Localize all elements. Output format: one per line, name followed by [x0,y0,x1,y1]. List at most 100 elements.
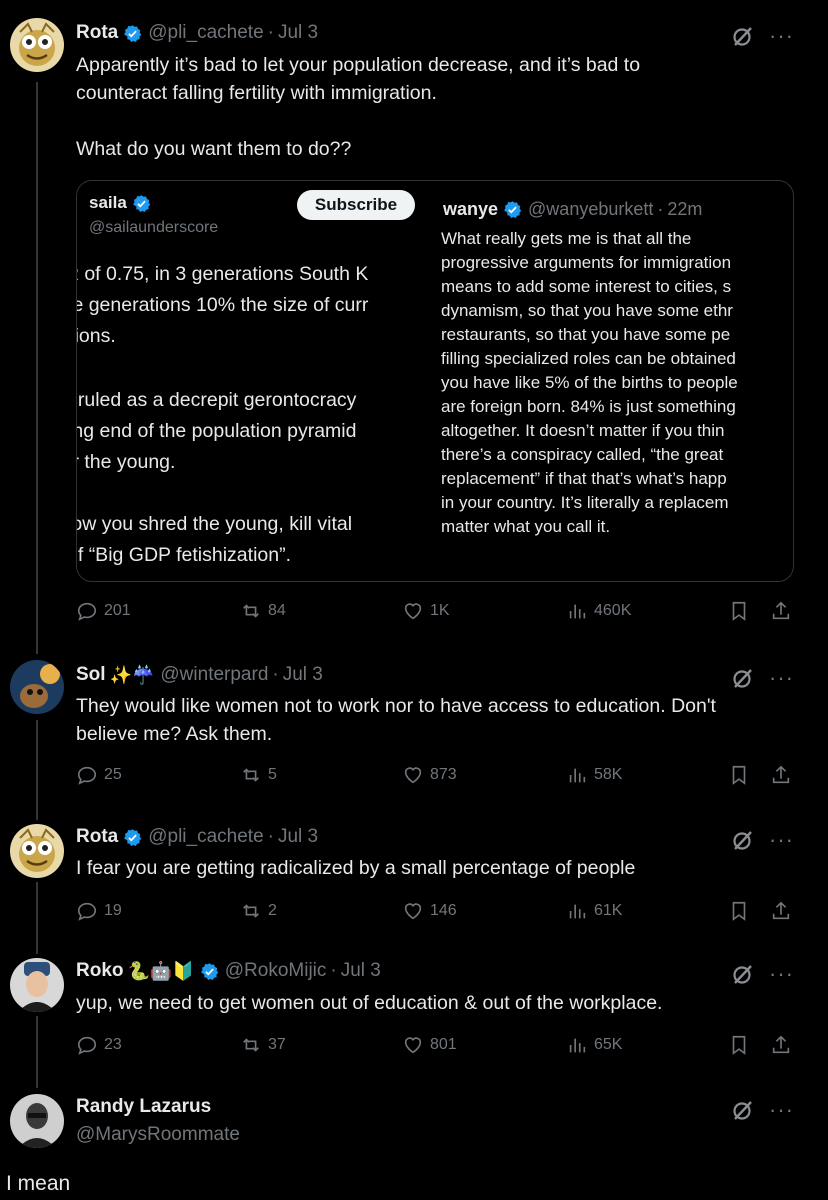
like-button[interactable]: 1K [402,600,450,622]
verified-badge-icon [503,200,522,219]
display-name[interactable]: Roko [76,960,124,982]
verified-badge-icon [132,194,151,213]
bookmark-icon [732,1035,746,1055]
quoted-tweet-card[interactable]: saila @sailaunderscore Subscribe TFR of … [76,180,794,582]
quote-right-line: replacement” if that that’s what’s happ [441,469,727,488]
tweet-top-actions: ··· [731,666,794,690]
more-icon[interactable]: ··· [769,667,794,689]
quote-right-date: 22m [667,199,703,219]
reply-button[interactable]: 201 [76,600,131,622]
avatar[interactable] [10,1094,64,1148]
repost-button[interactable]: 84 [240,600,286,622]
verified-badge-icon [123,828,142,847]
bookmark-button[interactable] [728,764,750,786]
reply-count: 201 [104,602,131,619]
handle[interactable]: @winterpard [160,664,268,686]
quote-right-handle: @wanyeburkett [528,199,654,219]
separator-dot: · [330,960,337,981]
grok-icon[interactable] [731,24,755,48]
tweet-line: I fear you are getting radicalized by a … [76,857,636,879]
quote-left-line: have generations 10% the size of curr [77,294,369,316]
bookmark-button[interactable] [728,1034,750,1056]
reply-button[interactable]: 19 [76,900,122,922]
share-button[interactable] [770,1034,792,1056]
quote-left-panel: saila @sailaunderscore Subscribe TFR of … [77,181,437,581]
thread-line [36,720,38,820]
grok-icon[interactable] [731,666,755,690]
verified-badge-icon [200,962,219,981]
quote-right-line: in your country. It’s literally a replac… [441,493,729,512]
like-button[interactable]: 801 [402,1034,457,1056]
tweet-text: I mean [6,1172,71,1195]
tweet-actions: 19 2 146 61K [76,900,796,930]
tweet-handle-row: @MarysRoommate [76,1124,240,1146]
tweet-top-actions: ··· [731,1098,794,1122]
reply-count: 25 [104,766,122,783]
views-button[interactable]: 58K [566,764,622,786]
grok-icon[interactable] [731,828,755,852]
more-icon[interactable]: ··· [769,25,794,47]
name-emojis: ✨☔ [109,664,155,685]
quote-right-line: matter what you call it. [441,517,611,536]
reply-icon [77,902,97,921]
handle[interactable]: @pli_cachete [148,22,263,44]
repost-icon [243,768,259,782]
like-button[interactable]: 146 [402,900,457,922]
grok-icon[interactable] [731,962,755,986]
views-button[interactable]: 65K [566,1034,622,1056]
timestamp[interactable]: Jul 3 [278,22,318,44]
quote-left-line: TFR of 0.75, in 3 generations South K [77,263,369,285]
bookmark-button[interactable] [728,600,750,622]
timestamp[interactable]: Jul 3 [341,960,381,982]
tweet-line: yup, we need to get women out of educati… [76,992,663,1014]
reply-count: 23 [104,1036,122,1053]
more-icon[interactable]: ··· [769,1099,794,1121]
reply-button[interactable]: 23 [76,1034,122,1056]
display-name[interactable]: Rota [76,22,118,44]
name-emojis: 🐍🤖🔰 [127,960,195,981]
share-button[interactable] [770,600,792,622]
repost-button[interactable]: 5 [240,764,277,786]
bookmark-button[interactable] [728,900,750,922]
display-name[interactable]: Randy Lazarus [76,1096,211,1118]
timestamp[interactable]: Jul 3 [283,664,323,686]
avatar[interactable] [10,18,64,72]
quote-right-line: filling specialized roles can be obtaine… [441,349,736,368]
like-button[interactable]: 873 [402,764,457,786]
display-name[interactable]: Rota [76,826,118,848]
quote-right-line: are foreign born. 84% is just something [441,397,736,416]
share-button[interactable] [770,900,792,922]
tweet-header: Roko 🐍🤖🔰 @RokoMijic · Jul 3 [76,960,381,982]
quote-right-line: restaurants, so that you have some pe [441,325,731,344]
more-icon[interactable]: ··· [769,829,794,851]
handle[interactable]: @pli_cachete [148,826,263,848]
grok-icon[interactable] [731,1098,755,1122]
views-button[interactable]: 460K [566,600,631,622]
views-button[interactable]: 61K [566,900,622,922]
tweet-header: Rota @pli_cachete · Jul 3 [76,826,318,848]
quote-right-name: wanye [443,199,499,219]
quote-left-line: l be ruled as a decrepit gerontocracy [77,389,357,411]
share-button[interactable] [770,764,792,786]
repost-button[interactable]: 37 [240,1034,286,1056]
handle[interactable]: @MarysRoommate [76,1124,240,1146]
subscribe-button[interactable]: Subscribe [297,190,415,220]
tweet-line: What do you want them to do?? [76,138,352,160]
handle[interactable]: @RokoMijic [225,960,327,982]
display-name[interactable]: Sol [76,664,106,686]
avatar[interactable] [10,660,64,714]
reply-button[interactable]: 25 [76,764,122,786]
avatar[interactable] [10,958,64,1012]
repost-icon [243,904,259,918]
repost-button[interactable]: 2 [240,900,277,922]
quote-left-line: uit of “Big GDP fetishization”. [77,544,291,566]
reply-icon [77,602,97,621]
more-icon[interactable]: ··· [769,963,794,985]
quote-right-line: altogether. It doesn’t matter if you thi… [441,421,725,440]
timestamp[interactable]: Jul 3 [278,826,318,848]
like-icon [404,603,422,620]
tweet-top-actions: ··· [731,962,794,986]
reply-icon [77,766,97,785]
avatar[interactable] [10,824,64,878]
share-icon [772,1035,790,1054]
